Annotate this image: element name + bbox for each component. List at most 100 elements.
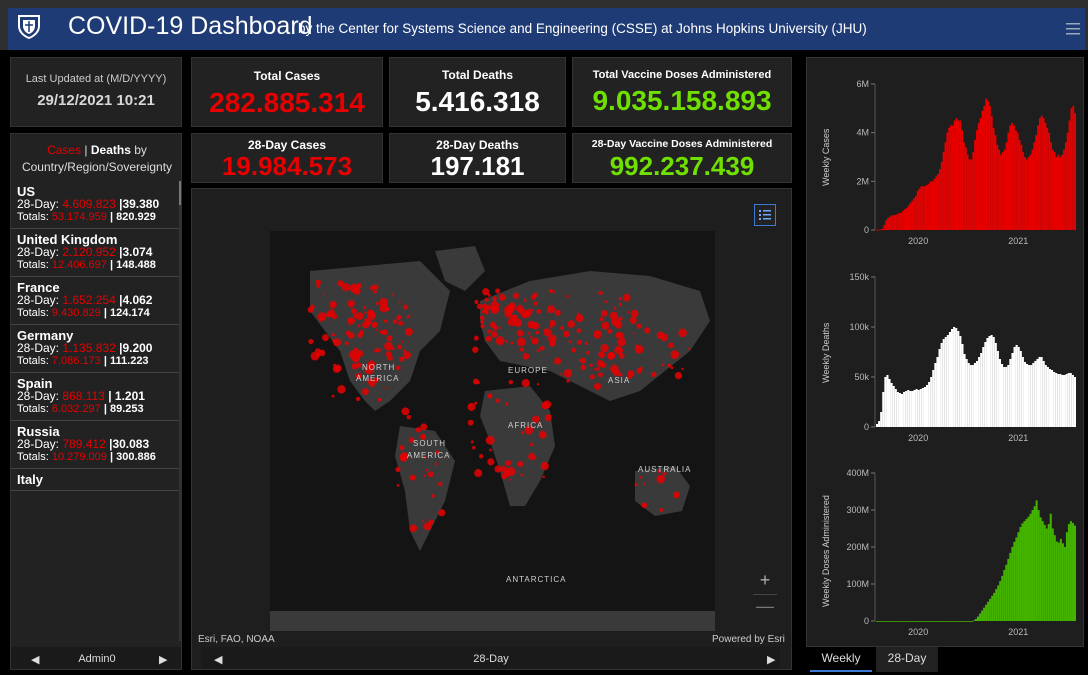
chart-bar[interactable] xyxy=(935,176,938,230)
case-dot[interactable] xyxy=(322,334,329,342)
chart-bar[interactable] xyxy=(1059,157,1062,230)
chart-bar[interactable] xyxy=(898,393,901,427)
case-dot[interactable] xyxy=(543,329,546,332)
case-dot[interactable] xyxy=(348,322,352,326)
case-dot[interactable] xyxy=(405,327,413,336)
chart-bar[interactable] xyxy=(913,198,915,230)
chart-bar[interactable] xyxy=(1026,364,1029,427)
chart-bar[interactable] xyxy=(1007,132,1010,230)
chart-bar[interactable] xyxy=(948,621,951,622)
chart-bar[interactable] xyxy=(1011,547,1014,621)
case-dot[interactable] xyxy=(375,328,378,331)
chart-bar[interactable] xyxy=(918,621,921,622)
case-dot[interactable] xyxy=(331,394,335,398)
chart-bar[interactable] xyxy=(901,394,904,427)
chart-bar[interactable] xyxy=(1069,521,1072,621)
chart-bar[interactable] xyxy=(1040,357,1043,427)
chart-bar[interactable] xyxy=(910,621,913,622)
map-powered-by[interactable]: Powered by Esri xyxy=(712,634,785,645)
chart-bar[interactable] xyxy=(1013,125,1015,230)
case-dot[interactable] xyxy=(604,300,608,304)
chart-bar[interactable] xyxy=(1055,541,1058,621)
chart-bar[interactable] xyxy=(967,363,970,427)
chart-bar[interactable] xyxy=(996,144,999,230)
case-dot[interactable] xyxy=(643,482,646,485)
chart-bar[interactable] xyxy=(1007,558,1010,621)
case-dot[interactable] xyxy=(391,293,395,296)
chart-bar[interactable] xyxy=(966,621,969,622)
chart-bar[interactable] xyxy=(888,379,891,427)
chart-bar[interactable] xyxy=(896,214,899,230)
chart-bar[interactable] xyxy=(885,220,888,230)
case-dot[interactable] xyxy=(533,292,538,298)
case-dot[interactable] xyxy=(614,345,623,355)
case-dot[interactable] xyxy=(630,309,639,318)
chart-bar[interactable] xyxy=(912,621,915,622)
chart-bar[interactable] xyxy=(1026,159,1028,230)
case-dot[interactable] xyxy=(423,522,432,531)
case-dot[interactable] xyxy=(554,309,561,316)
case-dot[interactable] xyxy=(345,330,351,336)
chart-bar[interactable] xyxy=(911,391,914,427)
chart-bar[interactable] xyxy=(974,139,976,230)
case-dot[interactable] xyxy=(597,332,601,335)
case-dot[interactable] xyxy=(594,382,602,391)
case-dot[interactable] xyxy=(307,306,314,313)
case-dot[interactable] xyxy=(521,379,530,388)
list-item[interactable]: United Kingdom 28-Day: 2.120.952 |3.074 To… xyxy=(11,229,179,277)
case-dot[interactable] xyxy=(586,350,590,355)
chart-bar[interactable] xyxy=(938,621,941,622)
case-dot[interactable] xyxy=(641,502,648,509)
chart-bar[interactable] xyxy=(994,343,997,427)
chart-bar[interactable] xyxy=(915,389,918,427)
chart-bar[interactable] xyxy=(973,363,976,427)
chart-bar[interactable] xyxy=(890,215,893,230)
chart-bar[interactable] xyxy=(924,621,927,622)
case-dot[interactable] xyxy=(560,373,563,376)
case-dot[interactable] xyxy=(490,331,498,338)
chart-bar[interactable] xyxy=(988,336,991,427)
case-dot[interactable] xyxy=(386,335,393,342)
chart-bar[interactable] xyxy=(916,191,919,230)
list-item[interactable]: Germany 28-Day: 1.135.832 |9.200 Totals: 7… xyxy=(11,325,179,373)
case-dot[interactable] xyxy=(512,292,519,299)
case-dot[interactable] xyxy=(425,468,429,472)
case-dot[interactable] xyxy=(415,427,422,433)
case-dot[interactable] xyxy=(498,326,502,330)
chart-bar[interactable] xyxy=(892,621,895,622)
chart-bar[interactable] xyxy=(993,592,996,621)
case-dot[interactable] xyxy=(554,357,562,365)
case-dot[interactable] xyxy=(670,366,674,370)
case-dot[interactable] xyxy=(535,330,540,335)
case-dot[interactable] xyxy=(527,320,536,329)
chart-bar[interactable] xyxy=(880,412,883,427)
chart-bar[interactable] xyxy=(1065,374,1068,427)
chart-bar[interactable] xyxy=(894,389,897,427)
chart-bar[interactable] xyxy=(952,621,955,622)
chart-bar[interactable] xyxy=(1057,374,1060,427)
case-dot[interactable] xyxy=(379,330,384,335)
chart-bar[interactable] xyxy=(1021,357,1024,427)
chart-bar[interactable] xyxy=(959,336,962,427)
chart-bar[interactable] xyxy=(1053,535,1056,621)
chart-bar[interactable] xyxy=(963,354,966,427)
case-dot[interactable] xyxy=(506,304,515,314)
case-dot[interactable] xyxy=(609,311,619,320)
case-dot[interactable] xyxy=(553,290,556,293)
chart-bar[interactable] xyxy=(988,105,991,230)
case-dot[interactable] xyxy=(316,284,320,289)
chart-bar[interactable] xyxy=(1017,532,1020,621)
chart-bar[interactable] xyxy=(946,621,949,622)
chart-bar[interactable] xyxy=(981,110,984,230)
chart-bar[interactable] xyxy=(1067,524,1070,621)
chart-bar[interactable] xyxy=(882,392,885,427)
chart-bar[interactable] xyxy=(961,130,964,230)
chart-bar[interactable] xyxy=(926,385,929,427)
chart-bar[interactable] xyxy=(971,365,974,427)
map-legend-button[interactable] xyxy=(754,204,776,226)
case-dot[interactable] xyxy=(531,309,535,312)
chart-bar[interactable] xyxy=(900,621,903,622)
chart-bar[interactable] xyxy=(976,130,978,230)
case-dot[interactable] xyxy=(351,308,357,315)
chart-bar[interactable] xyxy=(940,161,943,230)
